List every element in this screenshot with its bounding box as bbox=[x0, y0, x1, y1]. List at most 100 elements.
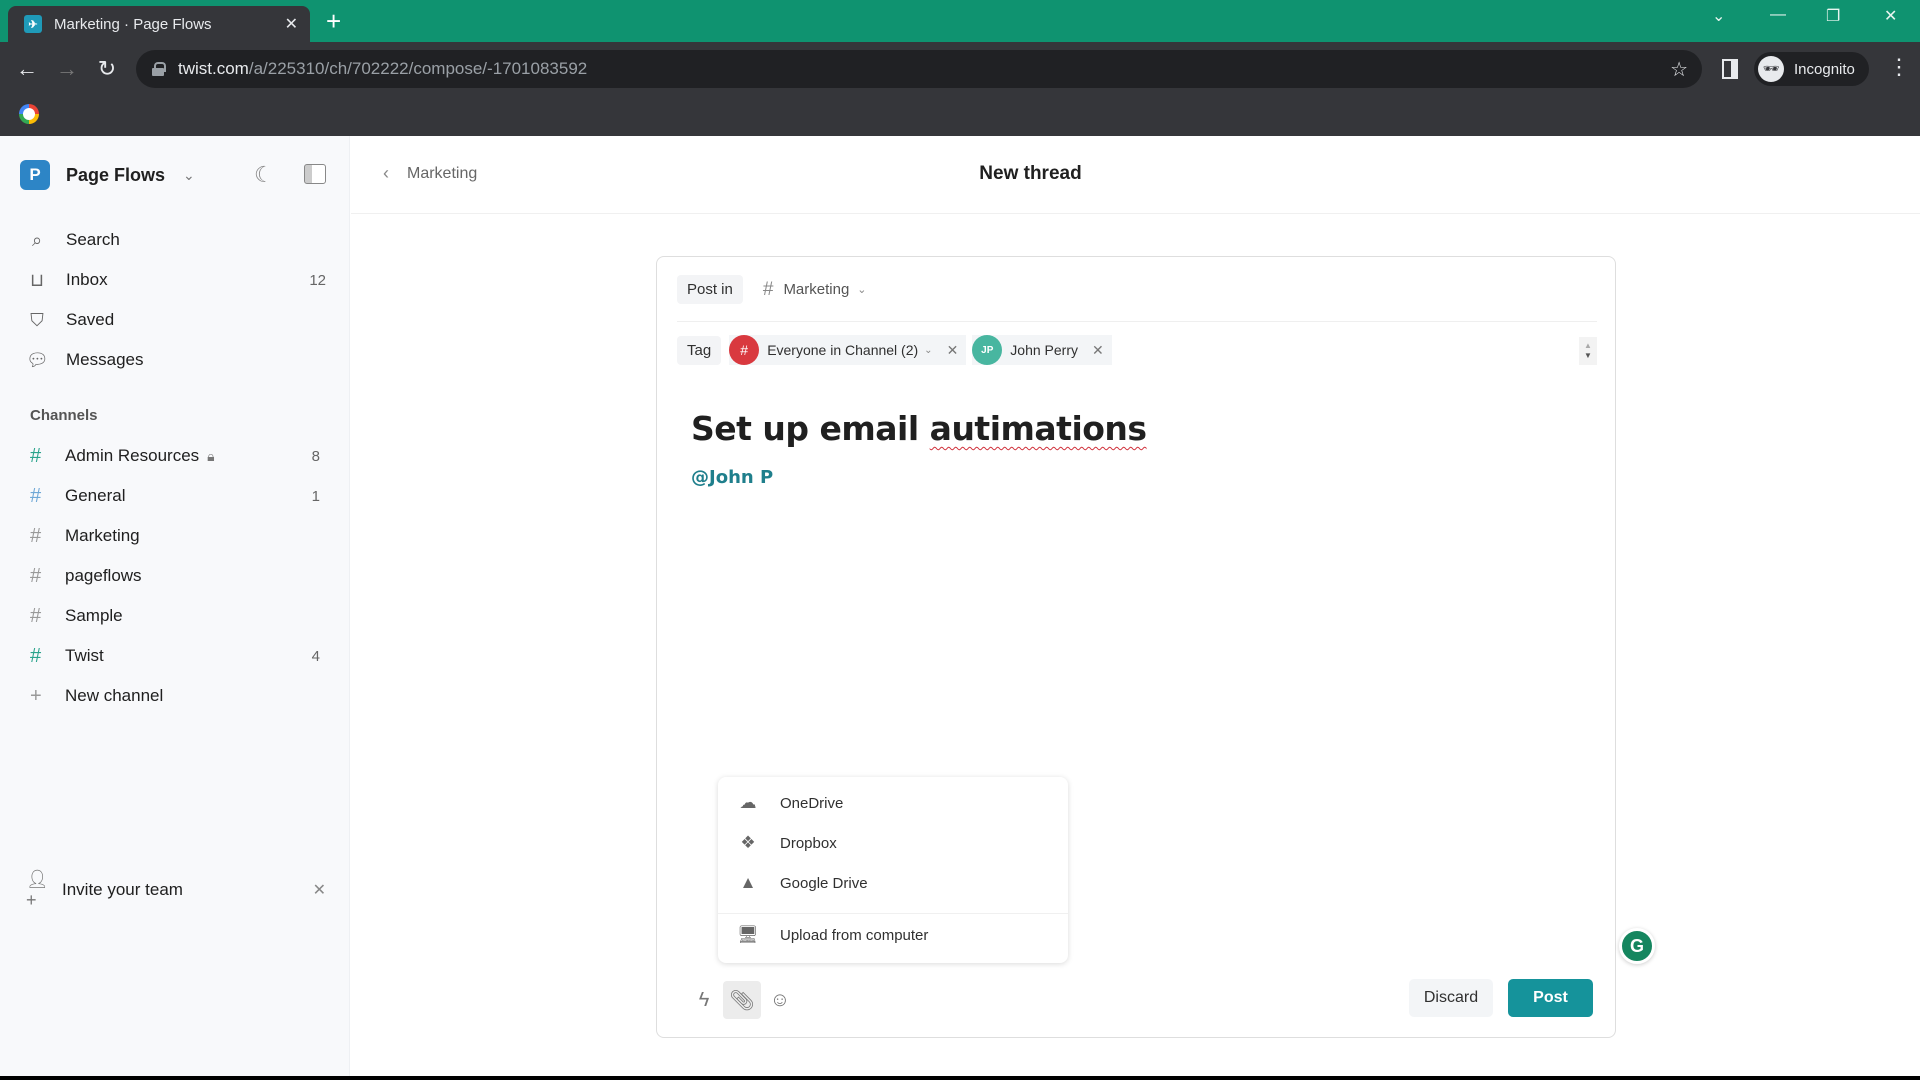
new-tab-button[interactable]: + bbox=[326, 8, 341, 34]
sidebar-item-channel[interactable]: # Admin Resources 🔒︎ 8 bbox=[30, 438, 320, 474]
chevron-down-icon[interactable]: ⌄ bbox=[924, 345, 932, 356]
bookmark-icon: ⛉ bbox=[30, 309, 44, 330]
incognito-label: Incognito bbox=[1794, 60, 1855, 78]
channel-select[interactable]: # Marketing ⌄ bbox=[763, 279, 867, 301]
channel-count: 1 bbox=[311, 487, 320, 505]
mention-text[interactable]: @John P bbox=[691, 467, 773, 488]
dark-mode-icon[interactable]: ☾ bbox=[254, 162, 274, 188]
misspelled-word: autimations bbox=[929, 409, 1147, 448]
tag-name: John Perry bbox=[1010, 342, 1078, 358]
invite-team-button[interactable]: 👤︎+ Invite your team ✕ bbox=[26, 869, 326, 910]
bookmark-star-icon[interactable]: ☆ bbox=[1670, 57, 1688, 82]
new-channel-button[interactable]: + New channel bbox=[30, 678, 320, 714]
channel-name: Marketing bbox=[65, 526, 140, 545]
chat-bubble-icon: 💬︎ bbox=[26, 349, 49, 370]
sidebar-item-channel[interactable]: # General 1 bbox=[30, 478, 320, 514]
menu-item-upload-from-computer[interactable]: 🖥︎ Upload from computer bbox=[718, 915, 1068, 955]
divider bbox=[677, 321, 1597, 322]
remove-tag-icon[interactable]: ✕ bbox=[1092, 342, 1104, 359]
search-icon: ⌕ bbox=[31, 229, 43, 250]
hash-icon: # bbox=[30, 444, 42, 467]
hash-icon: # bbox=[762, 278, 774, 300]
back-icon[interactable]: ← bbox=[10, 52, 44, 86]
sidebar-item-label: Inbox bbox=[66, 270, 108, 289]
google-drive-icon: ▲ bbox=[739, 873, 757, 892]
address-bar[interactable]: twist.com/a/225310/ch/702222/compose/-17… bbox=[136, 50, 1702, 88]
side-panel-icon[interactable] bbox=[1722, 59, 1738, 79]
close-tab-icon[interactable]: ✕ bbox=[285, 14, 298, 34]
thread-header: ‹ Marketing New thread bbox=[351, 136, 1920, 214]
restore-button[interactable]: ❐ bbox=[1826, 6, 1840, 26]
sidebar-item-channel[interactable]: # Sample bbox=[30, 598, 320, 634]
lock-icon bbox=[152, 62, 166, 76]
attachment-menu: ☁ OneDrive ❖ Dropbox ▲ Google Drive 🖥︎ U… bbox=[718, 777, 1068, 963]
sidebar-item-inbox[interactable]: ⊔ Inbox 12 bbox=[26, 262, 326, 298]
post-button[interactable]: Post bbox=[1508, 979, 1593, 1017]
hash-icon: # bbox=[30, 604, 42, 627]
plus-icon: + bbox=[30, 684, 42, 707]
channel-avatar: # bbox=[729, 335, 760, 365]
menu-item-label: OneDrive bbox=[780, 794, 844, 812]
sidebar-item-channel[interactable]: # Marketing bbox=[30, 518, 320, 554]
tag-john-perry[interactable]: JP John Perry ✕ bbox=[972, 335, 1112, 365]
onedrive-icon: ☁ bbox=[739, 793, 757, 812]
close-window-button[interactable]: ✕ bbox=[1884, 6, 1897, 26]
workspace-switcher[interactable]: P Page Flows ⌄ bbox=[20, 160, 330, 190]
tag-row: Tag # Everyone in Channel (2) ⌄ ✕ JP Joh… bbox=[677, 335, 1597, 365]
dropbox-icon: ❖ bbox=[740, 833, 756, 852]
incognito-icon: 🕶 bbox=[1758, 56, 1784, 82]
caret-down-icon[interactable]: ▼ bbox=[1584, 351, 1592, 361]
page-title: New thread bbox=[979, 163, 1082, 184]
sidebar-item-search[interactable]: ⌕ Search bbox=[26, 222, 326, 258]
tag-everyone-in-channel[interactable]: # Everyone in Channel (2) ⌄ ✕ bbox=[729, 335, 967, 365]
user-avatar: JP bbox=[972, 335, 1003, 365]
incognito-badge[interactable]: 🕶 Incognito bbox=[1754, 52, 1869, 86]
close-icon[interactable]: ✕ bbox=[313, 880, 326, 900]
hash-icon: # bbox=[30, 564, 42, 587]
paperclip-icon[interactable]: 📎︎ bbox=[723, 981, 761, 1019]
menu-item-label: Dropbox bbox=[780, 834, 837, 852]
url-path: /a/225310/ch/702222/compose/-1701083592 bbox=[248, 59, 588, 78]
twist-favicon-icon: ✈ bbox=[24, 15, 42, 33]
sidebar-item-channel[interactable]: # pageflows bbox=[30, 558, 320, 594]
thread-title-input[interactable]: Set up email autimations bbox=[691, 409, 1147, 448]
sidebar-item-messages[interactable]: 💬︎ Messages bbox=[26, 342, 326, 378]
sidebar-item-saved[interactable]: ⛉ Saved bbox=[26, 302, 326, 338]
main-panel: ‹ Marketing New thread Post in # Marketi… bbox=[351, 136, 1920, 1080]
minimize-button[interactable]: — bbox=[1770, 6, 1786, 24]
chevron-down-icon[interactable]: ⌄ bbox=[183, 167, 195, 184]
tab-search-icon[interactable]: ⌄ bbox=[1712, 6, 1725, 26]
menu-item-onedrive[interactable]: ☁ OneDrive bbox=[718, 783, 1068, 823]
lock-icon: 🔒︎ bbox=[207, 447, 215, 464]
tag-scroll-stepper[interactable]: ▲ ▼ bbox=[1579, 337, 1597, 365]
discard-button[interactable]: Discard bbox=[1409, 979, 1493, 1017]
twist-app: P Page Flows ⌄ ☾ ⌕ Search ⊔ Inbox 12 ⛉ S… bbox=[0, 136, 1920, 1080]
workspace-avatar: P bbox=[20, 160, 50, 190]
composer-toolbar: ϟ 📎︎ ☺ bbox=[685, 981, 799, 1019]
url-host: twist.com bbox=[178, 59, 249, 78]
channels-heading: Channels bbox=[30, 407, 98, 424]
channel-count: 8 bbox=[311, 447, 320, 465]
caret-up-icon[interactable]: ▲ bbox=[1584, 341, 1592, 351]
emoji-icon[interactable]: ☺ bbox=[761, 981, 799, 1019]
sidebar-toggle-icon[interactable] bbox=[304, 164, 326, 184]
remove-tag-icon[interactable]: ✕ bbox=[947, 342, 959, 359]
workspace-name: Page Flows bbox=[66, 164, 166, 185]
browser-tab[interactable]: ✈ Marketing · Page Flows ✕ bbox=[8, 6, 310, 42]
menu-item-label: Google Drive bbox=[780, 874, 868, 892]
tag-label: Tag bbox=[677, 335, 722, 365]
lightning-icon[interactable]: ϟ bbox=[685, 981, 723, 1019]
channel-count: 4 bbox=[311, 647, 320, 665]
sidebar-item-count: 12 bbox=[309, 271, 326, 289]
forward-icon[interactable]: → bbox=[50, 52, 84, 86]
sidebar: P Page Flows ⌄ ☾ ⌕ Search ⊔ Inbox 12 ⛉ S… bbox=[0, 136, 350, 1080]
menu-item-dropbox[interactable]: ❖ Dropbox bbox=[718, 823, 1068, 863]
sidebar-item-channel[interactable]: # Twist 4 bbox=[30, 638, 320, 674]
menu-item-google-drive[interactable]: ▲ Google Drive bbox=[718, 863, 1068, 903]
browser-menu-icon[interactable]: ⋮ bbox=[1888, 54, 1910, 80]
reload-icon[interactable]: ↻ bbox=[90, 52, 124, 86]
channel-select-value: Marketing bbox=[783, 281, 850, 298]
grammarly-icon[interactable]: G bbox=[1619, 928, 1655, 964]
google-icon[interactable] bbox=[19, 104, 39, 124]
browser-toolbar: ← → ↻ twist.com/a/225310/ch/702222/compo… bbox=[0, 42, 1920, 96]
